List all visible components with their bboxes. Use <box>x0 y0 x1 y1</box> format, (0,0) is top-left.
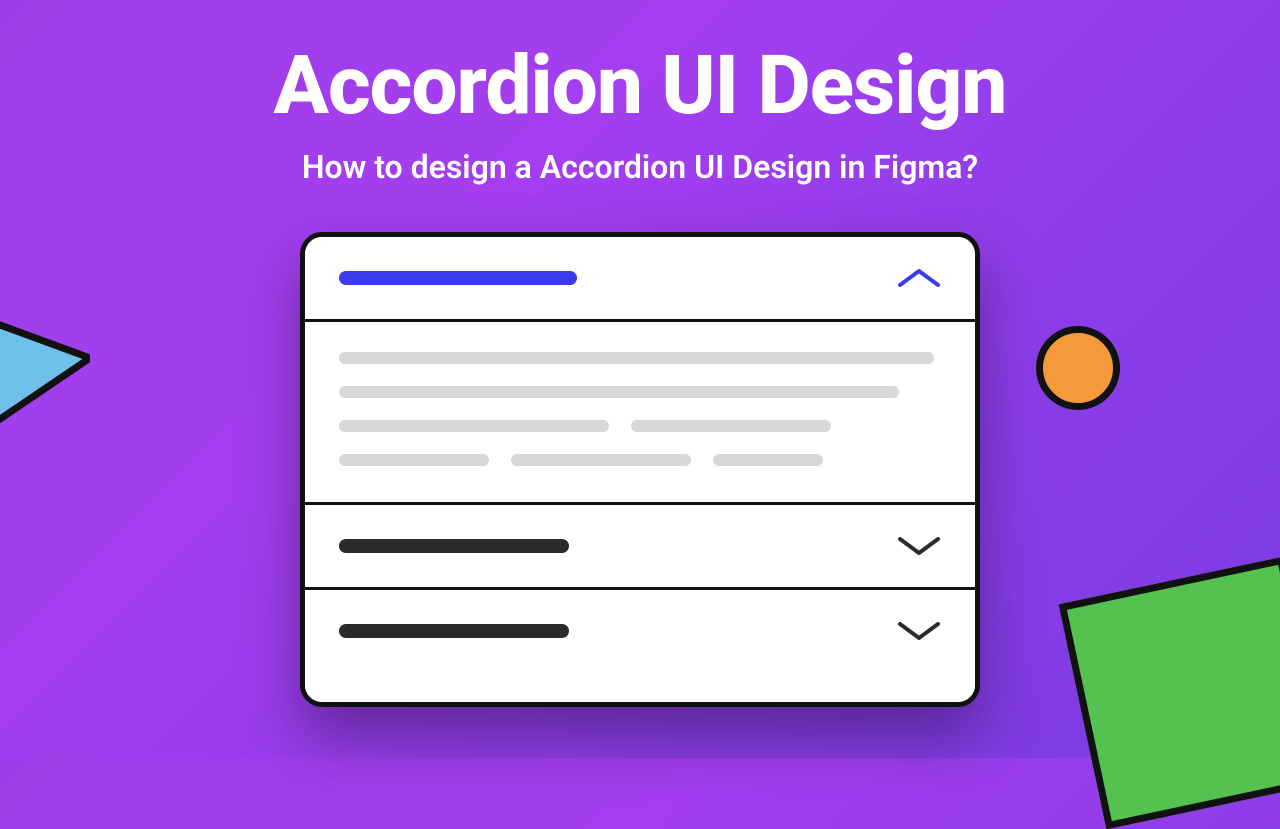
chevron-down-icon <box>897 620 941 642</box>
accordion-title-placeholder <box>339 624 569 638</box>
page-title: Accordion UI Design <box>0 38 1280 134</box>
page-subtitle: How to design a Accordion UI Design in F… <box>0 148 1280 186</box>
square-shape <box>1059 557 1280 829</box>
chevron-up-icon <box>897 267 941 289</box>
accordion-title-placeholder <box>339 271 577 285</box>
circle-shape <box>1036 326 1120 410</box>
accordion-item-body-1 <box>305 322 975 502</box>
accordion-item-header-1[interactable] <box>305 237 975 319</box>
accordion-title-placeholder <box>339 539 569 553</box>
accordion-item-header-3[interactable] <box>305 590 975 702</box>
chevron-down-icon <box>897 535 941 557</box>
accordion-container <box>300 232 980 707</box>
accordion-item-header-2[interactable] <box>305 505 975 587</box>
